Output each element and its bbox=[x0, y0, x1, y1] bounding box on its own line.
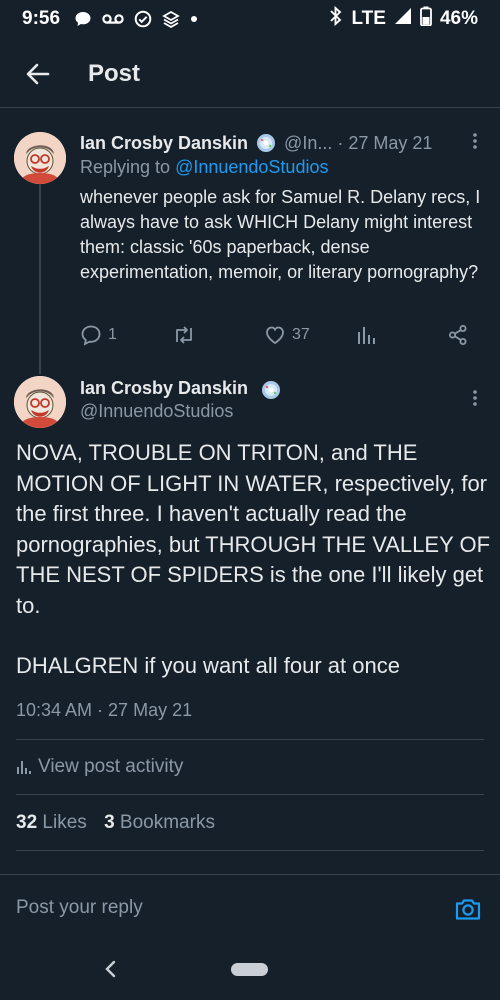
view-activity-button[interactable]: View post activity bbox=[16, 756, 183, 778]
author-handle: @In... bbox=[284, 132, 333, 153]
reply-icon bbox=[81, 325, 101, 346]
network-label: LTE bbox=[351, 8, 386, 29]
repost-icon bbox=[176, 326, 192, 344]
system-nav-bar bbox=[0, 944, 500, 1000]
camera-button[interactable] bbox=[454, 895, 482, 923]
back-button[interactable] bbox=[18, 54, 58, 94]
separator: · bbox=[337, 132, 344, 153]
likes-stat[interactable]: 32 Likes bbox=[16, 812, 87, 833]
author-handle: @InnuendoStudios bbox=[80, 401, 234, 421]
like-button[interactable]: 37 bbox=[264, 324, 310, 346]
heart-icon bbox=[266, 326, 284, 345]
bookmarks-stat[interactable]: 3 Bookmarks bbox=[104, 812, 215, 833]
arrow-left-icon bbox=[26, 63, 50, 84]
thread-line bbox=[39, 184, 41, 374]
status-right: LTE 46% bbox=[329, 5, 478, 32]
more-vertical-icon bbox=[473, 133, 477, 149]
top-bar: Post bbox=[0, 40, 500, 108]
battery-icon bbox=[420, 6, 432, 32]
share-button[interactable] bbox=[448, 324, 468, 346]
replying-prefix: Replying to bbox=[80, 157, 171, 177]
avatar-illustration bbox=[14, 132, 66, 184]
main-post-header: Ian Crosby Danskin bbox=[80, 378, 289, 400]
status-time: 9:56 bbox=[22, 8, 61, 29]
share-icon bbox=[449, 325, 467, 345]
more-options-button[interactable] bbox=[465, 131, 485, 151]
divider bbox=[16, 794, 484, 795]
reply-bar: Post your reply bbox=[0, 874, 500, 944]
post-date: 27 May 21 bbox=[348, 132, 433, 153]
signal-icon bbox=[394, 7, 412, 31]
views-button[interactable] bbox=[356, 324, 376, 346]
dot-icon bbox=[190, 15, 198, 23]
page-title: Post bbox=[88, 59, 141, 87]
check-circle-icon bbox=[134, 10, 152, 28]
replying-to: Replying to @InnuendoStudios bbox=[80, 157, 328, 178]
bar-chart-icon bbox=[17, 761, 31, 774]
post-stats: 32 Likes 3 Bookmarks bbox=[16, 812, 215, 834]
bluetooth-icon bbox=[329, 5, 343, 32]
reply-button[interactable]: 1 bbox=[80, 324, 117, 346]
bookmarks-count: 3 bbox=[104, 812, 115, 833]
camera-icon bbox=[455, 899, 481, 920]
bar-chart-icon bbox=[358, 327, 375, 344]
repost-button[interactable] bbox=[172, 324, 196, 346]
verified-globe-icon bbox=[257, 134, 276, 152]
bookmarks-label: Bookmarks bbox=[119, 812, 215, 833]
reply-input[interactable]: Post your reply bbox=[16, 897, 143, 919]
replying-to-link[interactable]: @InnuendoStudios bbox=[175, 157, 328, 177]
main-post-paragraph: NOVA, TROUBLE ON TRITON, and THE MOTION … bbox=[16, 440, 491, 618]
likes-label: Likes bbox=[42, 812, 87, 833]
like-count: 37 bbox=[292, 326, 310, 343]
author-name[interactable]: Ian Crosby Danskin bbox=[80, 133, 248, 154]
verified-globe-icon bbox=[261, 380, 280, 399]
parent-post-header: Ian Crosby Danskin @In... · 27 May 21 bbox=[80, 131, 440, 155]
divider bbox=[16, 850, 484, 851]
more-options-button[interactable] bbox=[465, 388, 485, 408]
main-post-text: NOVA, TROUBLE ON TRITON, and THE MOTION … bbox=[16, 438, 491, 682]
avatar-illustration bbox=[14, 376, 66, 428]
voicemail-icon bbox=[102, 12, 124, 26]
parent-post-text: whenever people ask for Samuel R. Delany… bbox=[80, 187, 481, 282]
view-activity-label: View post activity bbox=[38, 756, 184, 777]
home-pill[interactable] bbox=[231, 963, 268, 976]
more-vertical-icon bbox=[473, 390, 477, 406]
status-bar: 9:56 LTE 46% bbox=[0, 0, 500, 38]
main-post-paragraph: DHALGREN if you want all four at once bbox=[16, 653, 400, 678]
battery-percent: 46% bbox=[439, 8, 478, 29]
system-back-button[interactable] bbox=[100, 956, 122, 982]
avatar[interactable] bbox=[14, 132, 66, 184]
layers-icon bbox=[162, 10, 180, 28]
chevron-left-icon bbox=[105, 960, 116, 978]
likes-count: 32 bbox=[16, 812, 38, 833]
divider bbox=[16, 739, 484, 740]
reply-count: 1 bbox=[108, 326, 117, 343]
author-name[interactable]: Ian Crosby Danskin bbox=[80, 378, 248, 398]
parent-post-actions: 1 37 bbox=[80, 322, 480, 352]
avatar[interactable] bbox=[14, 376, 66, 428]
post-timestamp: 10:34 AM · 27 May 21 bbox=[16, 700, 193, 720]
message-icon bbox=[74, 10, 92, 28]
